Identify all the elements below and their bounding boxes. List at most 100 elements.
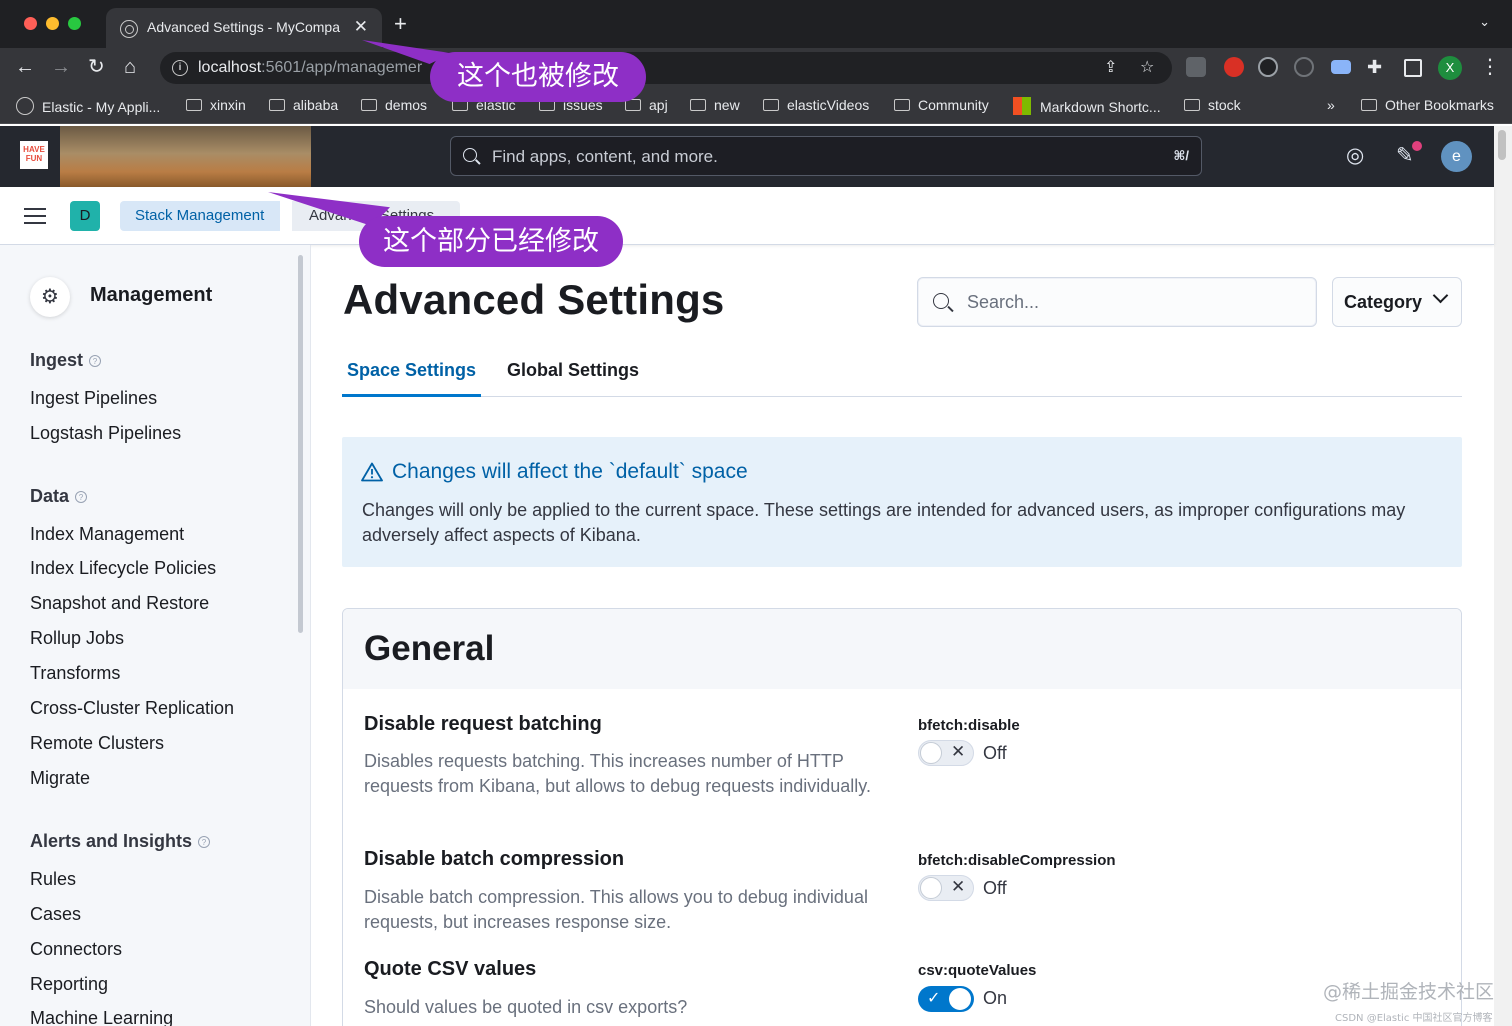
switch-state-label: On [983,988,1008,1008]
watermark: @稀土掘金技术社区 [1323,981,1495,1003]
sidebar-item-migrate[interactable]: Migrate [30,768,90,789]
maximize-window-button[interactable] [68,17,81,30]
bookmark-folder[interactable]: Community [894,97,989,113]
space-warning-callout: Changes will affect the `default` space … [342,437,1462,567]
search-icon [463,148,477,162]
browser-toolbar: ← → ↻ ⌂ i localhost:5601/app/managemer ⇪… [0,48,1512,88]
annotation-callout: 这个也被修改 [430,52,646,102]
settings-search-input[interactable]: Search... [917,277,1317,327]
puzzle-icon[interactable]: ✚ [1367,55,1382,79]
space-selector[interactable]: D [70,201,100,231]
section-title: General [364,629,495,668]
setting-key: bfetch:disable [918,717,1020,734]
sidebar-item-logstash-pipelines[interactable]: Logstash Pipelines [30,423,181,444]
url-text[interactable]: localhost:5601/app/managemer [198,59,438,77]
chevron-down-icon[interactable]: ⌄ [1479,14,1490,30]
setting-toggle-switch[interactable]: ✕ [918,740,974,766]
help-icon[interactable]: ? [198,836,211,848]
notification-dot [1412,141,1422,151]
extension-icon[interactable] [1258,57,1278,77]
cross-icon: ✕ [951,742,966,761]
close-window-button[interactable] [24,17,37,30]
settings-search-placeholder: Search... [967,292,1040,312]
cross-icon: ✕ [951,877,966,896]
page-title: Advanced Settings [343,276,725,323]
setting-toggle-switch[interactable]: ✓ [918,986,974,1012]
switch-knob [920,877,942,899]
news-feed-icon[interactable]: ✎ [1396,144,1414,168]
bookmark-folder[interactable]: demos [361,97,427,113]
reload-icon[interactable]: ↻ [88,55,105,79]
star-icon[interactable]: ☆ [1140,57,1154,77]
gear-icon: ⚙ [30,277,70,317]
callout-title: Changes will affect the `default` space [392,460,748,483]
minimize-window-button[interactable] [46,17,59,30]
setting-title: Quote CSV values [364,958,537,980]
switch-knob [920,742,942,764]
sidebar-item-index-management[interactable]: Index Management [30,524,184,545]
bookmark-item[interactable]: Elastic - My Appli... [16,97,160,115]
back-arrow-icon[interactable]: ← [15,55,35,79]
breadcrumb-stack-management[interactable]: Stack Management [120,201,281,231]
settings-tabs: Space Settings Global Settings [342,352,1462,397]
elastic-logo-icon [16,97,34,115]
extension-icon[interactable] [1224,57,1244,77]
bookmarks-overflow-button[interactable]: » [1327,97,1335,113]
warning-icon [361,462,383,482]
close-icon[interactable]: ✕ [354,17,368,37]
breadcrumb-bar: D Stack Management Advanced Settings [0,187,1494,245]
sidebar-item-snapshot-and-restore[interactable]: Snapshot and Restore [30,593,209,614]
folder-icon [763,99,779,111]
profile-avatar[interactable]: X [1438,56,1462,80]
setting-description: Disable batch compression. This allows y… [364,887,868,932]
new-tab-button[interactable]: + [394,13,407,35]
extension-icon[interactable] [1331,60,1351,74]
sidebar-title: Management [90,284,213,306]
category-filter-button[interactable]: Category [1332,277,1462,327]
bookmark-folder[interactable]: Other Bookmarks [1361,97,1494,113]
sidebar-item-cases[interactable]: Cases [30,904,81,925]
sidebar-item-index-lifecycle-policies[interactable]: Index Lifecycle Policies [30,558,216,579]
page-scrollbar[interactable] [1494,126,1512,1026]
sidebar-item-transforms[interactable]: Transforms [30,663,120,684]
site-info-icon[interactable]: i [172,60,188,76]
sidebar-item-cross-cluster-replication[interactable]: Cross-Cluster Replication [30,698,234,719]
sidebar-item-rollup-jobs[interactable]: Rollup Jobs [30,628,124,649]
page-scrollbar-thumb[interactable] [1498,130,1506,160]
sidebar-scrollbar[interactable] [298,255,303,633]
global-search-input[interactable]: Find apps, content, and more. ⌘/ [450,136,1202,176]
sidebar-item-machine-learning[interactable]: Machine Learning [30,1008,173,1026]
switch-state-label: Off [983,743,1007,763]
bookmark-folder[interactable]: stock [1184,97,1241,113]
browser-tab-active[interactable]: Advanced Settings - MyCompa ✕ [106,8,382,48]
bookmark-folder[interactable]: elasticVideos [763,97,869,113]
address-bar[interactable]: i localhost:5601/app/managemer ⇪ ☆ [160,52,1172,84]
home-icon[interactable]: ⌂ [124,55,136,79]
sidebar-item-ingest-pipelines[interactable]: Ingest Pipelines [30,388,157,409]
setting-key: bfetch:disableCompression [918,852,1116,869]
kebab-menu-icon[interactable]: ⋮ [1480,55,1500,79]
user-avatar[interactable]: e [1441,141,1472,172]
bookmark-folder[interactable]: xinxin [186,97,246,113]
sidebar-item-reporting[interactable]: Reporting [30,974,108,995]
bookmark-item[interactable]: Markdown Shortc... [1013,97,1161,115]
help-icon[interactable]: ? [89,355,102,367]
help-lifebuoy-icon[interactable]: ◎ [1346,144,1364,168]
extension-icon[interactable] [1186,57,1206,77]
forward-arrow-icon[interactable]: → [51,55,71,79]
custom-logo[interactable]: HAVE FUN [20,141,48,169]
extension-icon[interactable] [1294,57,1314,77]
sidebar-item-connectors[interactable]: Connectors [30,939,122,960]
tab-global-settings[interactable]: Global Settings [507,360,639,397]
setting-toggle-switch[interactable]: ✕ [918,875,974,901]
bookmark-folder[interactable]: new [690,97,740,113]
sidebar-item-rules[interactable]: Rules [30,869,76,890]
callout-body: Changes will only be applied to the curr… [362,500,1406,545]
share-icon[interactable]: ⇪ [1104,57,1117,77]
sidebar-item-remote-clusters[interactable]: Remote Clusters [30,733,164,754]
bookmark-folder[interactable]: alibaba [269,97,338,113]
tab-space-settings[interactable]: Space Settings [342,360,482,397]
side-panel-icon[interactable] [1404,59,1422,77]
menu-icon[interactable] [24,208,46,224]
help-icon[interactable]: ? [75,491,88,503]
